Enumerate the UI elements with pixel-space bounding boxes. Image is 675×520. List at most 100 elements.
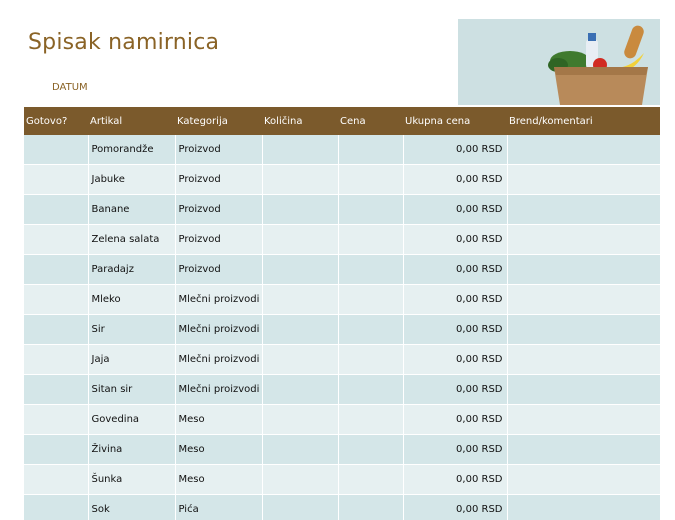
date-label[interactable]: DATUM (52, 82, 88, 93)
column-header-quantity[interactable]: Količina (262, 107, 338, 135)
brand-comments-cell[interactable] (507, 404, 661, 435)
done-cell[interactable] (24, 254, 89, 285)
item-cell[interactable]: Govedina (88, 404, 176, 435)
category-cell[interactable]: Proizvod (175, 164, 263, 195)
total-cell[interactable]: 0,00 RSD (403, 314, 508, 345)
price-cell[interactable] (338, 224, 404, 255)
item-cell[interactable]: Sok (88, 494, 176, 520)
category-cell[interactable]: Mlečni proizvodi (175, 374, 263, 405)
category-cell[interactable]: Proizvod (175, 224, 263, 255)
quantity-cell[interactable] (262, 284, 339, 315)
item-cell[interactable]: Pomorandže (88, 135, 176, 165)
item-cell[interactable]: Jabuke (88, 164, 176, 195)
done-cell[interactable] (24, 494, 89, 520)
brand-comments-cell[interactable] (507, 164, 661, 195)
quantity-cell[interactable] (262, 404, 339, 435)
brand-comments-cell[interactable] (507, 494, 661, 520)
price-cell[interactable] (338, 135, 404, 165)
brand-comments-cell[interactable] (507, 314, 661, 345)
brand-comments-cell[interactable] (507, 374, 661, 405)
total-cell[interactable]: 0,00 RSD (403, 164, 508, 195)
price-cell[interactable] (338, 314, 404, 345)
done-cell[interactable] (24, 374, 89, 405)
total-cell[interactable]: 0,00 RSD (403, 224, 508, 255)
column-header-price[interactable]: Cena (338, 107, 403, 135)
done-cell[interactable] (24, 404, 89, 435)
price-cell[interactable] (338, 194, 404, 225)
brand-comments-cell[interactable] (507, 194, 661, 225)
column-header-category[interactable]: Kategorija (175, 107, 262, 135)
category-cell[interactable]: Pića (175, 494, 263, 520)
quantity-cell[interactable] (262, 494, 339, 520)
done-cell[interactable] (24, 314, 89, 345)
category-cell[interactable]: Proizvod (175, 194, 263, 225)
quantity-cell[interactable] (262, 164, 339, 195)
category-cell[interactable]: Mlečni proizvodi (175, 284, 263, 315)
item-cell[interactable]: Paradajz (88, 254, 176, 285)
total-cell[interactable]: 0,00 RSD (403, 254, 508, 285)
price-cell[interactable] (338, 284, 404, 315)
item-cell[interactable]: Šunka (88, 464, 176, 495)
category-cell[interactable]: Meso (175, 464, 263, 495)
brand-comments-cell[interactable] (507, 224, 661, 255)
done-cell[interactable] (24, 194, 89, 225)
category-cell[interactable]: Mlečni proizvodi (175, 314, 263, 345)
total-cell[interactable]: 0,00 RSD (403, 404, 508, 435)
done-cell[interactable] (24, 344, 89, 375)
total-cell[interactable]: 0,00 RSD (403, 464, 508, 495)
quantity-cell[interactable] (262, 254, 339, 285)
total-cell[interactable]: 0,00 RSD (403, 194, 508, 225)
brand-comments-cell[interactable] (507, 434, 661, 465)
category-cell[interactable]: Proizvod (175, 135, 263, 165)
category-cell[interactable]: Meso (175, 404, 263, 435)
brand-comments-cell[interactable] (507, 344, 661, 375)
brand-comments-cell[interactable] (507, 254, 661, 285)
column-header-done[interactable]: Gotovo? (24, 107, 88, 135)
item-cell[interactable]: Zelena salata (88, 224, 176, 255)
quantity-cell[interactable] (262, 135, 339, 165)
price-cell[interactable] (338, 464, 404, 495)
total-cell[interactable]: 0,00 RSD (403, 494, 508, 520)
done-cell[interactable] (24, 284, 89, 315)
item-cell[interactable]: Živina (88, 434, 176, 465)
done-cell[interactable] (24, 135, 89, 165)
column-header-brand-comments[interactable]: Brend/komentari (507, 107, 660, 135)
item-cell[interactable]: Sir (88, 314, 176, 345)
total-cell[interactable]: 0,00 RSD (403, 374, 508, 405)
price-cell[interactable] (338, 374, 404, 405)
price-cell[interactable] (338, 344, 404, 375)
done-cell[interactable] (24, 464, 89, 495)
item-cell[interactable]: Banane (88, 194, 176, 225)
price-cell[interactable] (338, 164, 404, 195)
quantity-cell[interactable] (262, 374, 339, 405)
price-cell[interactable] (338, 434, 404, 465)
price-cell[interactable] (338, 404, 404, 435)
total-cell[interactable]: 0,00 RSD (403, 434, 508, 465)
quantity-cell[interactable] (262, 464, 339, 495)
item-cell[interactable]: Mleko (88, 284, 176, 315)
item-cell[interactable]: Sitan sir (88, 374, 176, 405)
done-cell[interactable] (24, 164, 89, 195)
total-cell[interactable]: 0,00 RSD (403, 344, 508, 375)
brand-comments-cell[interactable] (507, 464, 661, 495)
quantity-cell[interactable] (262, 314, 339, 345)
quantity-cell[interactable] (262, 344, 339, 375)
column-header-total[interactable]: Ukupna cena (403, 107, 507, 135)
brand-comments-cell[interactable] (507, 284, 661, 315)
column-header-item[interactable]: Artikal (88, 107, 175, 135)
category-cell[interactable]: Mlečni proizvodi (175, 344, 263, 375)
item-cell[interactable]: Jaja (88, 344, 176, 375)
total-cell[interactable]: 0,00 RSD (403, 135, 508, 165)
category-cell[interactable]: Meso (175, 434, 263, 465)
quantity-cell[interactable] (262, 434, 339, 465)
table-row: Sitan sir Mlečni proizvodi 0,00 RSD (24, 374, 661, 405)
done-cell[interactable] (24, 434, 89, 465)
price-cell[interactable] (338, 254, 404, 285)
price-cell[interactable] (338, 494, 404, 520)
brand-comments-cell[interactable] (507, 135, 661, 165)
quantity-cell[interactable] (262, 194, 339, 225)
quantity-cell[interactable] (262, 224, 339, 255)
done-cell[interactable] (24, 224, 89, 255)
category-cell[interactable]: Proizvod (175, 254, 263, 285)
total-cell[interactable]: 0,00 RSD (403, 284, 508, 315)
